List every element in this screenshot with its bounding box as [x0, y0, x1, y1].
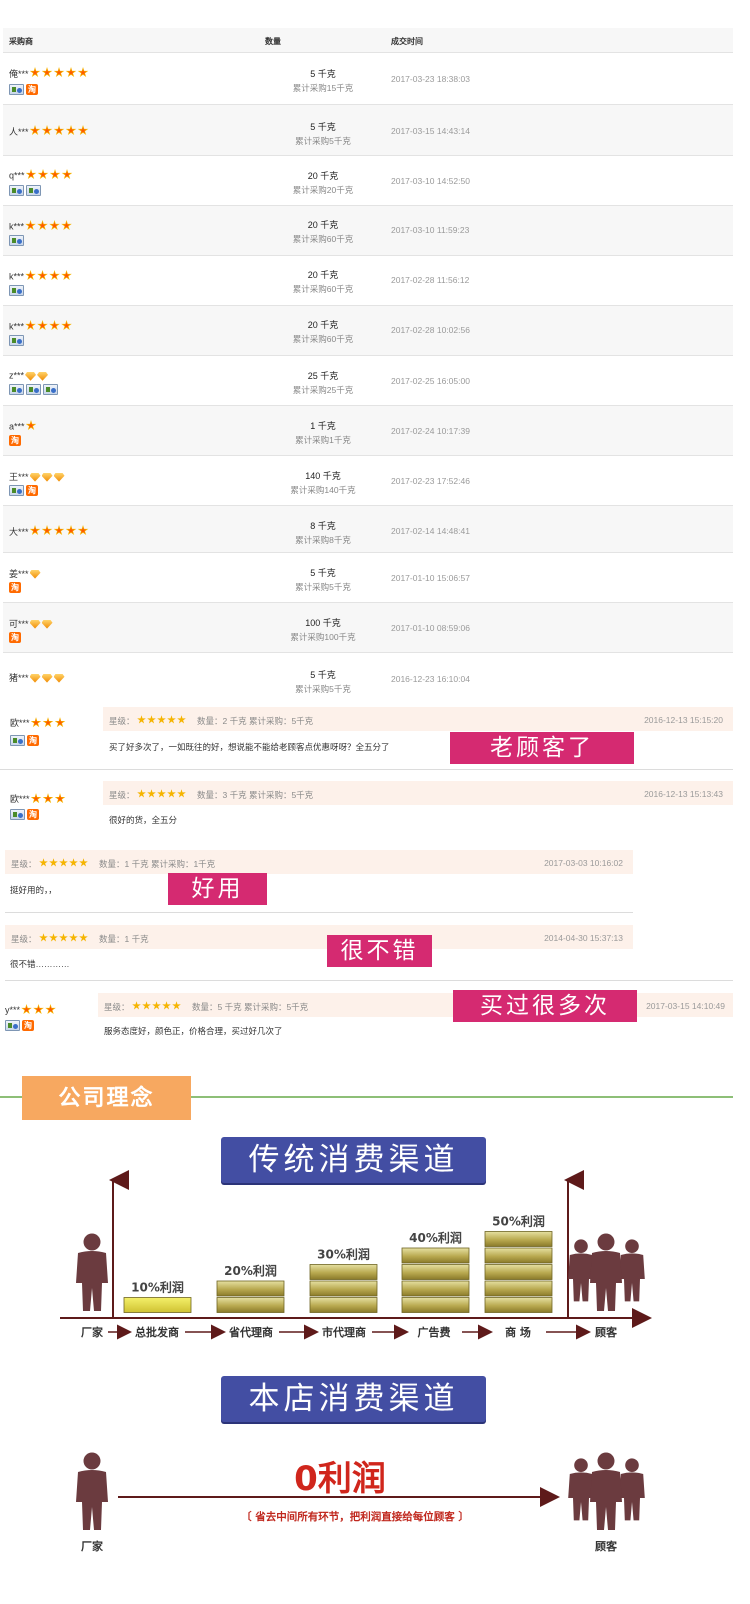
profit-bar: 20%利润 [216, 1263, 285, 1313]
profit-bar: 10%利润 [123, 1280, 192, 1313]
manufacturer-label: 厂家 [81, 1539, 104, 1553]
profit-bars: 10%利润 20%利润 30%利润 40%利润 50%利润 [123, 1214, 553, 1313]
channel-stage-label: 厂家 [81, 1325, 104, 1339]
profit-bar-layer [309, 1264, 378, 1280]
channel-stage-label: 市代理商 [322, 1325, 366, 1339]
profit-bar-layer [216, 1297, 285, 1313]
customers-icon [568, 1233, 645, 1311]
profit-bar-layer [309, 1280, 378, 1297]
profit-bar-layer [309, 1297, 378, 1313]
profit-bar-layer [484, 1297, 553, 1313]
profit-label: 40%利润 [409, 1230, 462, 1245]
profit-bar-layer [401, 1297, 470, 1313]
customer-label: 顾客 [595, 1539, 618, 1553]
channel-stage-label: 顾客 [595, 1325, 618, 1339]
channel-diagram: 10%利润 20%利润 30%利润 40%利润 50%利润 厂家 总批发商 省代理商 市代理商… [60, 1170, 652, 1553]
profit-bar: 50%利润 [484, 1214, 553, 1313]
channel-stage-label: 总批发商 [135, 1325, 179, 1339]
direct-note: 〔 省去中间所有环节，把利润直接给每位顾客 〕 [241, 1510, 469, 1523]
profit-bar-layer [123, 1297, 192, 1313]
profit-label: 30%利润 [317, 1247, 370, 1262]
profit-bar-layer [401, 1264, 470, 1280]
channel-stages: 厂家 总批发商 省代理商 市代理商 广告费 商 场 顾客 [81, 1324, 618, 1340]
profit-bar: 30%利润 [309, 1247, 378, 1313]
manufacturer-icon [76, 1233, 108, 1311]
channel-stage-label: 商 场 [505, 1325, 531, 1339]
profit-bar-layer [401, 1247, 470, 1264]
profit-label: 50%利润 [492, 1214, 545, 1229]
channel-stage-label: 广告费 [418, 1325, 451, 1339]
profit-bar-layer [484, 1231, 553, 1247]
zero-profit-text: 0利润 [294, 1459, 386, 1499]
profit-label: 20%利润 [224, 1263, 277, 1278]
profit-label: 10%利润 [131, 1280, 184, 1295]
profit-bar-layer [484, 1280, 553, 1297]
profit-bar-layer [401, 1280, 470, 1297]
channel-stage-label: 省代理商 [228, 1325, 273, 1339]
customers-icon [568, 1452, 645, 1530]
profit-bar: 40%利润 [401, 1230, 470, 1313]
profit-bar-layer [484, 1264, 553, 1280]
manufacturer-icon [76, 1452, 108, 1530]
profit-bar-layer [216, 1280, 285, 1297]
profit-bar-layer [484, 1247, 553, 1264]
